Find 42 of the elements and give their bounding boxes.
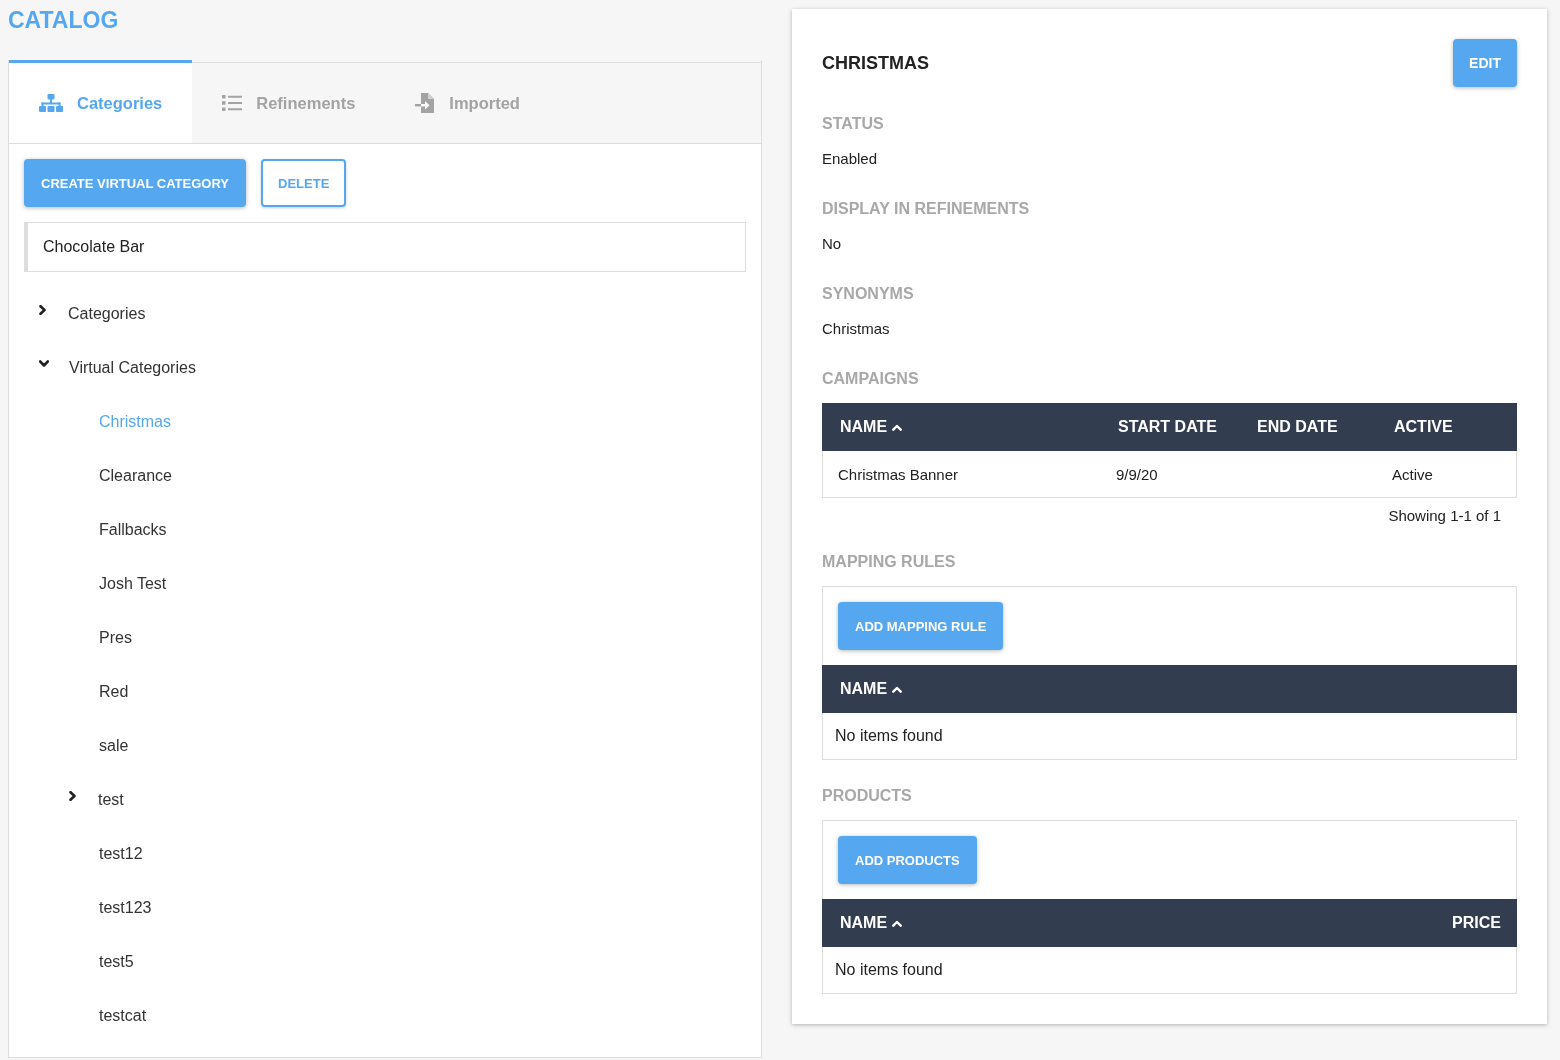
section-label: PRODUCTS [822,786,912,806]
empty-message: No items found [835,727,943,745]
text-field[interactable]: Chocolate Bar [24,222,746,272]
field-value: Enabled [822,149,878,169]
list-icon [222,95,243,111]
table-cell: Active [1392,465,1433,483]
tree-item[interactable]: test5 [99,953,134,971]
tree-item[interactable]: Virtual Categories [39,359,196,377]
empty-message: No items found [835,961,943,979]
tree-item[interactable]: Josh Test [99,575,167,593]
field-value: No [822,234,842,254]
column-header[interactable]: PRICE [1452,914,1501,932]
tree-item[interactable]: Red [99,683,129,701]
tree-item[interactable]: test12 [99,845,143,863]
field-value: Christmas [822,319,890,339]
tree-item[interactable]: Fallbacks [99,521,167,539]
field-label: SYNONYMS [822,284,914,304]
column-header[interactable]: NAME [840,914,903,932]
column-header[interactable]: START DATE [1118,418,1217,436]
table-cell: 9/9/20 [1116,465,1158,483]
field-label: DISPLAY IN REFINEMENTS [822,199,1030,219]
page-title: CATALOG [8,6,119,34]
tree-item[interactable]: Pres [99,629,132,647]
field-label: STATUS [822,114,884,134]
tree-item[interactable]: test123 [99,899,152,917]
section-label: CAMPAIGNS [822,369,919,389]
column-header[interactable]: NAME [840,680,903,698]
pagination-text: Showing 1-1 of 1 [1388,506,1501,526]
column-header[interactable]: END DATE [1257,418,1338,436]
detail-title: CHRISTMAS [822,52,929,74]
table-row[interactable]: Christmas Banner 9/9/20 Active [822,451,1517,498]
tree-item[interactable]: Clearance [99,467,172,485]
table-cell: Christmas Banner [838,465,959,483]
column-header[interactable]: NAME [840,418,903,436]
tree-item[interactable]: sale [99,737,129,755]
column-header[interactable]: ACTIVE [1394,418,1453,436]
file-import-icon [415,93,436,113]
tree-item[interactable]: test [69,791,124,809]
tree-item[interactable]: Categories [39,305,146,323]
section-label: MAPPING RULES [822,552,956,572]
tree-item[interactable]: testcat [99,1007,147,1025]
sitemap-icon [39,94,63,112]
